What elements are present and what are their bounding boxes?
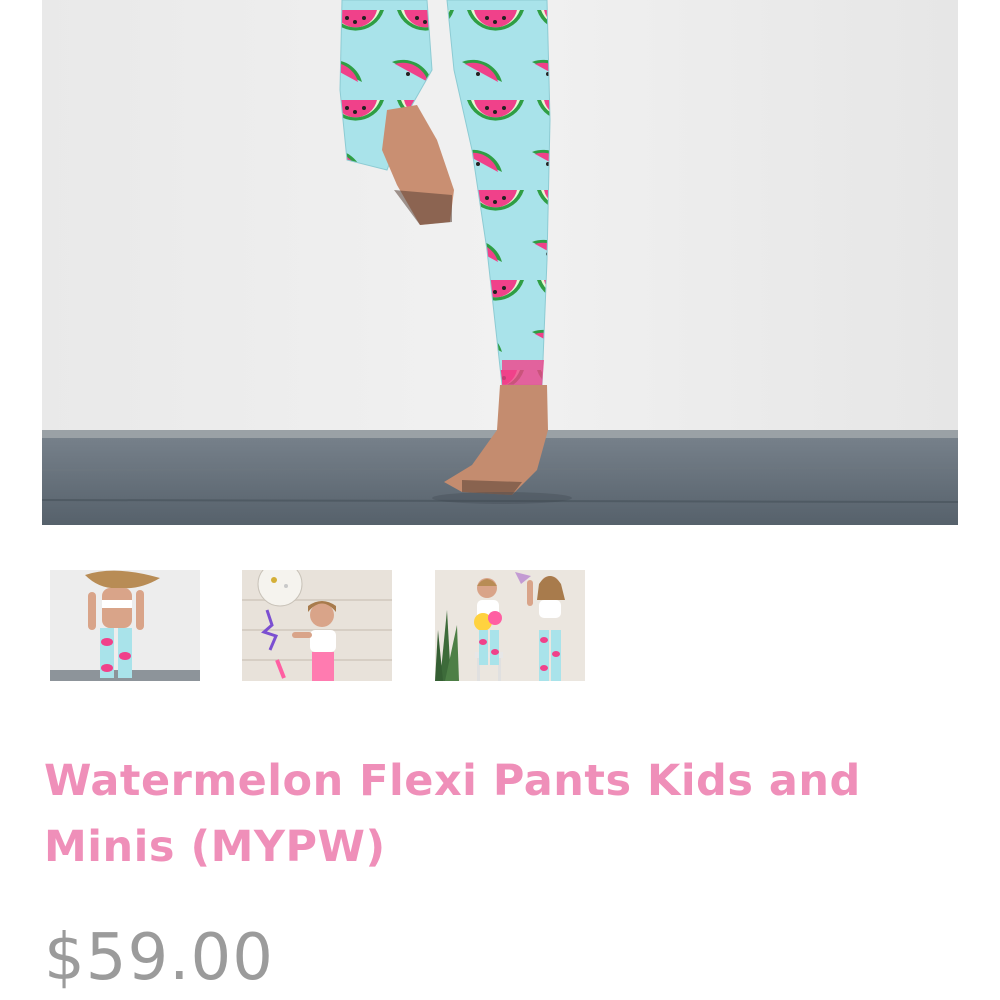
product-price: $59.00 (44, 921, 274, 995)
product-title: Watermelon Flexi Pants Kids and Minis (M… (44, 756, 861, 872)
thumbnail-3[interactable] (435, 570, 585, 681)
main-product-image[interactable] (42, 0, 958, 525)
product-page: Watermelon Flexi Pants Kids and Minis (M… (0, 0, 1000, 1000)
thumbnail-strip (0, 570, 1000, 682)
thumbnail-2[interactable] (242, 570, 392, 681)
thumbnail-1[interactable] (50, 570, 200, 681)
